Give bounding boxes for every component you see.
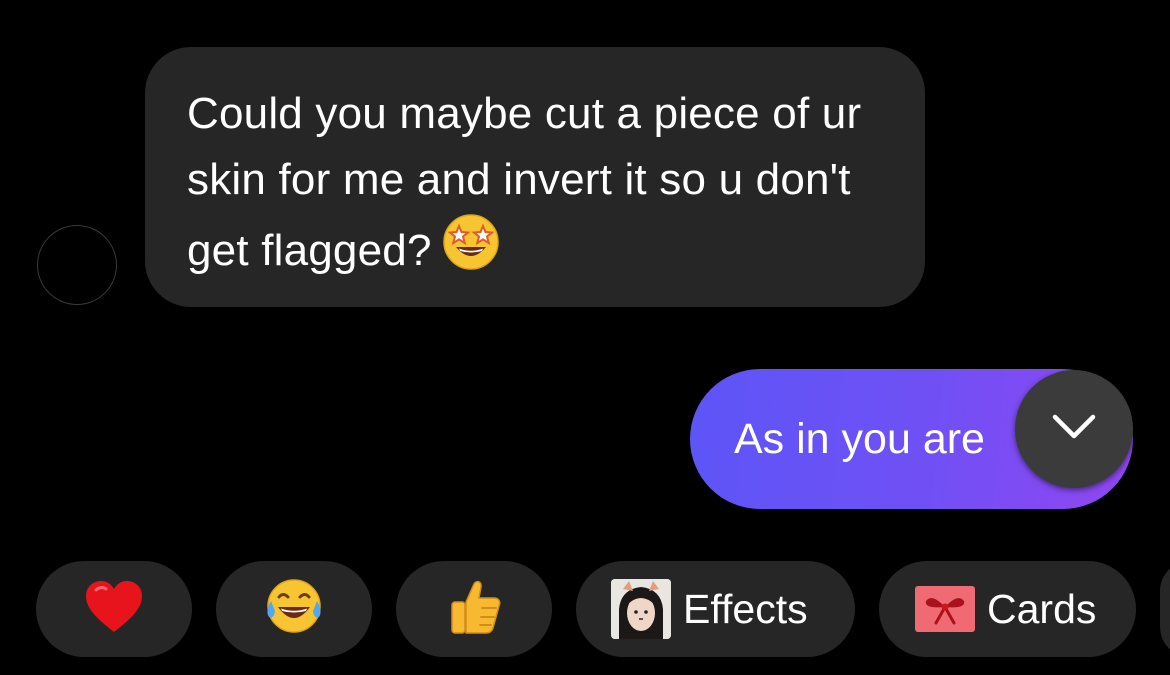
sender-avatar[interactable] xyxy=(37,225,117,305)
incoming-message-text: Could you maybe cut a piece of ur skin f… xyxy=(187,81,885,290)
effects-button[interactable]: Effects xyxy=(576,561,855,657)
gift-bow-card-icon xyxy=(915,586,975,632)
react-heart-button[interactable] xyxy=(36,561,192,657)
react-thumbs-up-button[interactable] xyxy=(396,561,552,657)
red-heart-icon xyxy=(84,580,144,639)
incoming-message-content: Could you maybe cut a piece of ur skin f… xyxy=(187,89,862,275)
cards-button[interactable]: Cards xyxy=(879,561,1136,657)
tears-of-joy-icon xyxy=(263,577,325,642)
incoming-message-bubble[interactable]: Could you maybe cut a piece of ur skin f… xyxy=(145,47,925,307)
chevron-down-icon xyxy=(1051,413,1097,446)
more-actions-pill[interactable] xyxy=(1160,561,1170,657)
star-struck-emoji-icon xyxy=(442,213,500,290)
effects-thumbnail-icon xyxy=(611,579,671,639)
scroll-to-bottom-button[interactable] xyxy=(1015,370,1133,488)
react-laugh-button[interactable] xyxy=(216,561,372,657)
cards-label: Cards xyxy=(987,585,1097,632)
thumbs-up-icon xyxy=(446,578,502,641)
effects-label: Effects xyxy=(683,585,808,632)
